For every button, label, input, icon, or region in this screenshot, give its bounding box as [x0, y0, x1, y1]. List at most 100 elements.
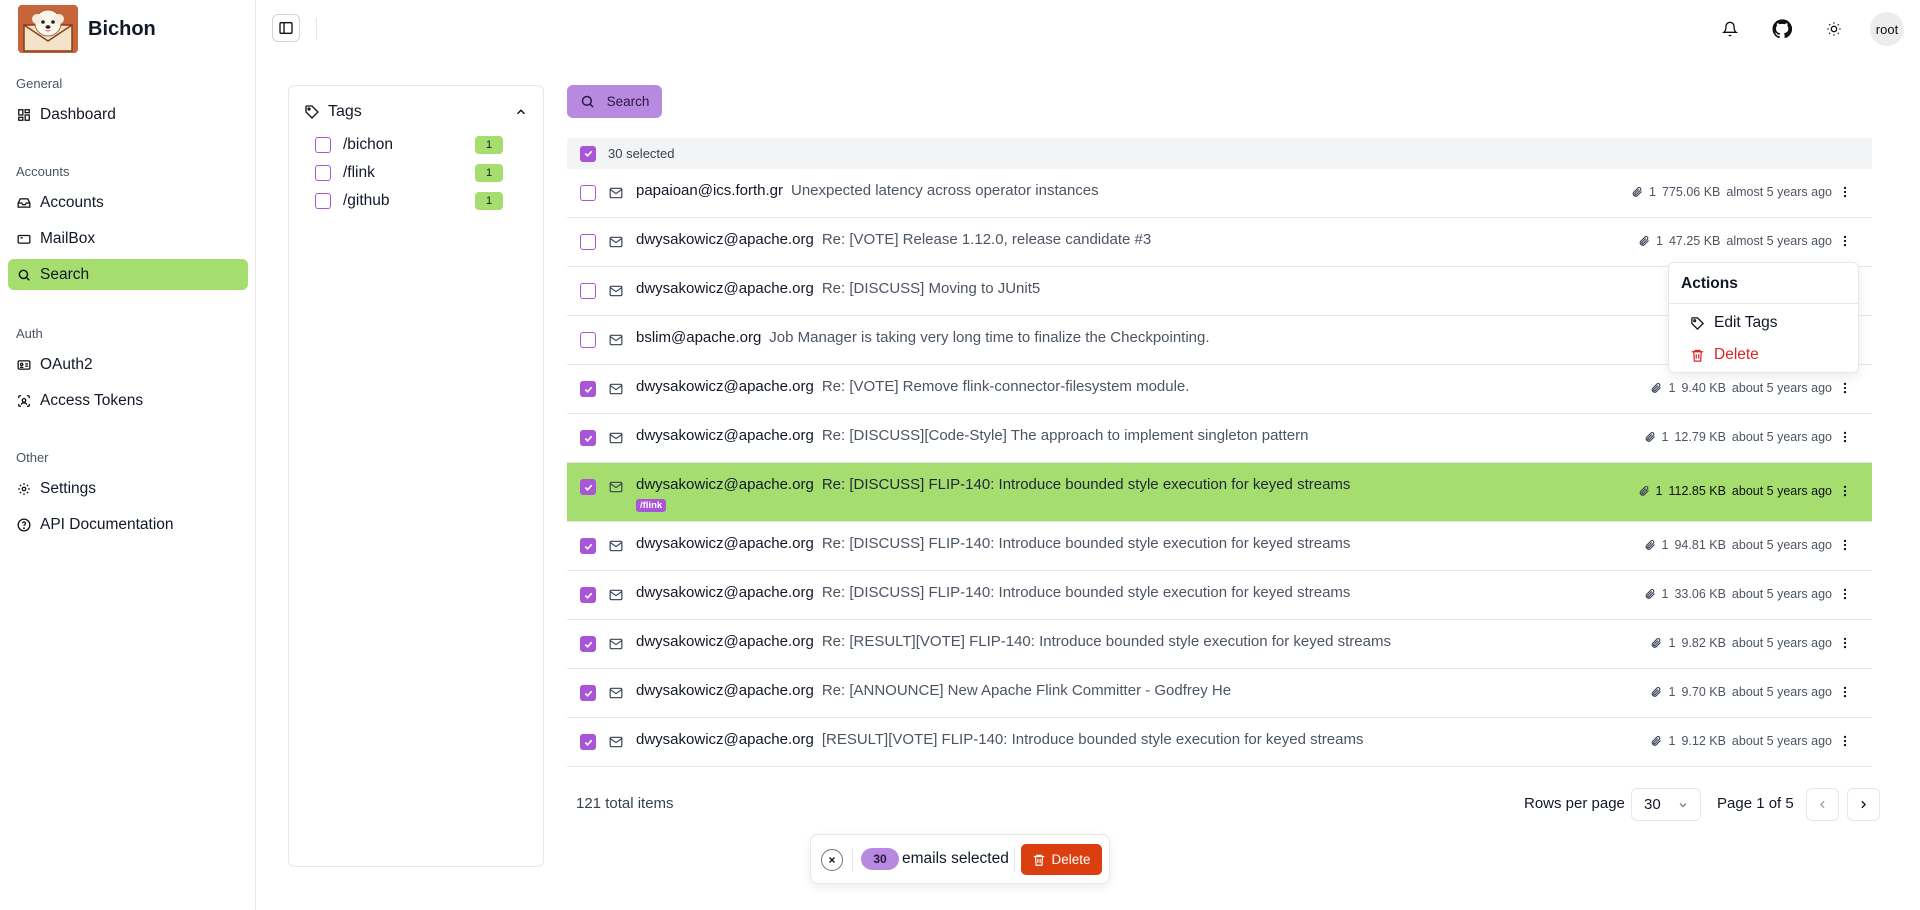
topbar-actions: root	[1714, 12, 1904, 46]
email-row[interactable]: dwysakowicz@apache.org Re: [ANNOUNCE] New…	[567, 669, 1872, 718]
email-subject: Re: [RESULT][VOTE] FLIP-140: Introduce b…	[821, 633, 1391, 650]
github-button[interactable]	[1766, 13, 1798, 45]
row-checkbox[interactable]	[580, 734, 596, 750]
row-checkbox[interactable]	[580, 479, 596, 495]
tag-checkbox[interactable]	[315, 165, 331, 181]
more-vertical-icon[interactable]	[1838, 538, 1852, 552]
row-checkbox[interactable]	[580, 430, 596, 446]
bulk-delete-button[interactable]: Delete	[1021, 844, 1102, 875]
more-vertical-icon[interactable]	[1838, 636, 1852, 650]
rows-per-page-value: 30	[1644, 796, 1661, 813]
tag-count-badge: 1	[475, 192, 503, 210]
next-page-button[interactable]	[1847, 788, 1880, 821]
theme-toggle-button[interactable]	[1818, 13, 1850, 45]
sidebar-item-label: Accounts	[40, 193, 104, 211]
notifications-button[interactable]	[1714, 13, 1746, 45]
mailbox-icon	[17, 232, 31, 246]
delete-menu-item[interactable]: Delete	[1690, 346, 1759, 364]
row-checkbox[interactable]	[580, 185, 596, 201]
tag-checkbox[interactable]	[315, 137, 331, 153]
id-card-icon	[17, 358, 31, 372]
search-button[interactable]: Search	[567, 85, 662, 118]
row-checkbox[interactable]	[580, 234, 596, 250]
chevron-up-icon[interactable]	[514, 105, 528, 119]
sidebar-item-label: OAuth2	[40, 355, 93, 373]
nav-heading: General	[16, 76, 63, 91]
sidebar-item-search[interactable]: Search	[8, 259, 248, 290]
more-vertical-icon[interactable]	[1838, 484, 1852, 498]
email-row[interactable]: dwysakowicz@apache.org Re: [DISCUSS] FLIP…	[567, 522, 1872, 571]
tag-row-github[interactable]: /github 1	[315, 190, 503, 212]
email-row[interactable]: dwysakowicz@apache.org Re: [DISCUSS][Code…	[567, 414, 1872, 463]
edit-tags-menu-item[interactable]: Edit Tags	[1690, 314, 1777, 332]
paperclip-icon	[1644, 431, 1656, 443]
email-subject: Re: [ANNOUNCE] New Apache Flink Committe…	[821, 682, 1232, 699]
attachment-count: 1	[1661, 538, 1669, 552]
bulk-delete-label: Delete	[1051, 852, 1091, 867]
email-meta: 1 9.82 KB about 5 years ago	[1650, 636, 1832, 650]
tag-checkbox[interactable]	[315, 193, 331, 209]
inbox-icon	[17, 196, 31, 210]
paperclip-icon	[1650, 686, 1662, 698]
email-text: dwysakowicz@apache.org Re: [DISCUSS] FLIP…	[636, 535, 1350, 552]
attachment-count: 1	[1656, 234, 1663, 248]
sidebar-item-mailbox[interactable]: MailBox	[8, 223, 248, 254]
mail-icon	[609, 480, 623, 494]
sidebar-item-dashboard[interactable]: Dashboard	[8, 99, 248, 130]
row-checkbox[interactable]	[580, 538, 596, 554]
rows-per-page-select[interactable]: 30	[1631, 788, 1701, 821]
select-all-bar: 30 selected	[567, 138, 1872, 169]
row-checkbox[interactable]	[580, 332, 596, 348]
email-sender: dwysakowicz@apache.org	[636, 280, 814, 297]
previous-page-button[interactable]	[1806, 788, 1839, 821]
email-meta: 1 9.40 KB about 5 years ago	[1650, 381, 1832, 395]
email-sender: dwysakowicz@apache.org	[636, 378, 814, 395]
email-text: dwysakowicz@apache.org [RESULT][VOTE] FLI…	[636, 731, 1363, 748]
row-checkbox[interactable]	[580, 685, 596, 701]
email-sender: dwysakowicz@apache.org	[636, 231, 814, 248]
more-vertical-icon[interactable]	[1838, 430, 1852, 444]
email-subject: Re: [DISCUSS] FLIP-140: Introduce bounde…	[821, 584, 1351, 601]
more-vertical-icon[interactable]	[1838, 381, 1852, 395]
more-vertical-icon[interactable]	[1838, 234, 1852, 248]
email-meta: 1 9.70 KB about 5 years ago	[1650, 685, 1832, 699]
sidebar-item-settings[interactable]: Settings	[8, 473, 248, 504]
clear-selection-button[interactable]	[821, 849, 843, 871]
email-text: dwysakowicz@apache.org Re: [DISCUSS] FLIP…	[636, 584, 1350, 601]
tag-label: /bichon	[343, 136, 393, 153]
email-row[interactable]: dwysakowicz@apache.org Re: [DISCUSS] FLIP…	[567, 571, 1872, 620]
more-vertical-icon[interactable]	[1838, 685, 1852, 699]
sidebar-item-access-tokens[interactable]: Access Tokens	[8, 385, 248, 416]
email-row[interactable]: papaioan@ics.forth.gr Unexpected latency …	[567, 169, 1872, 218]
row-checkbox[interactable]	[580, 636, 596, 652]
tag-row-bichon[interactable]: /bichon 1	[315, 134, 503, 156]
tags-header[interactable]: Tags	[304, 101, 528, 123]
email-row[interactable]: dwysakowicz@apache.org Re: [DISCUSS] FLIP…	[567, 463, 1872, 522]
more-vertical-icon[interactable]	[1838, 587, 1852, 601]
email-subject: [RESULT][VOTE] FLIP-140: Introduce bound…	[821, 731, 1364, 748]
tag-row-flink[interactable]: /flink 1	[315, 162, 503, 184]
email-sender: dwysakowicz@apache.org	[636, 535, 814, 552]
email-row[interactable]: dwysakowicz@apache.org Re: [RESULT][VOTE]…	[567, 620, 1872, 669]
row-checkbox[interactable]	[580, 283, 596, 299]
row-checkbox[interactable]	[580, 381, 596, 397]
brand[interactable]: Bichon	[18, 5, 156, 53]
email-row[interactable]: dwysakowicz@apache.org [RESULT][VOTE] FLI…	[567, 718, 1872, 767]
sidebar-item-api-documentation[interactable]: API Documentation	[8, 509, 248, 540]
attachment-count: 1	[1668, 381, 1676, 395]
more-vertical-icon[interactable]	[1838, 734, 1852, 748]
email-sender: dwysakowicz@apache.org	[636, 633, 814, 650]
row-checkbox[interactable]	[580, 587, 596, 603]
email-row[interactable]: dwysakowicz@apache.org Re: [VOTE] Release…	[567, 218, 1872, 267]
tags-title: Tags	[328, 103, 362, 120]
sidebar-item-oauth2[interactable]: OAuth2	[8, 349, 248, 380]
divider	[1014, 848, 1015, 872]
user-avatar[interactable]: root	[1870, 12, 1904, 46]
topbar: root	[256, 0, 1920, 58]
more-vertical-icon[interactable]	[1838, 185, 1852, 199]
sidebar-item-accounts[interactable]: Accounts	[8, 187, 248, 218]
nav-heading: Other	[16, 450, 49, 465]
email-time: almost 5 years ago	[1726, 234, 1832, 248]
select-all-checkbox[interactable]	[580, 145, 596, 162]
sidebar-toggle-button[interactable]	[272, 14, 300, 42]
